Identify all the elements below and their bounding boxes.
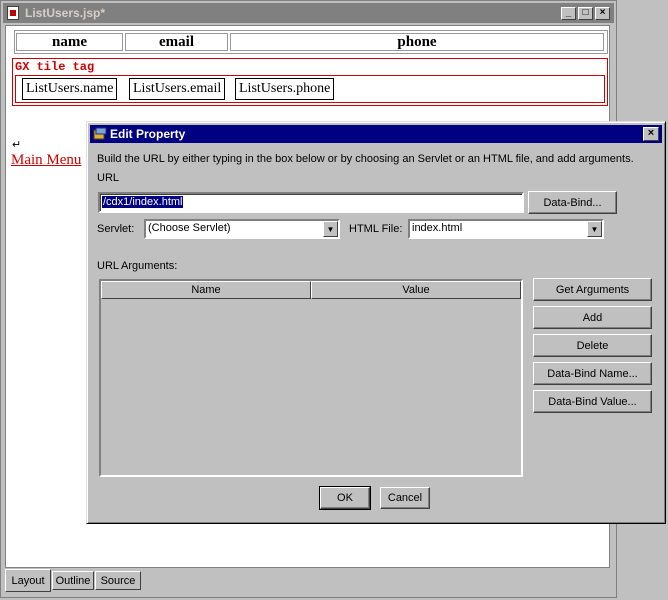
tab-source[interactable]: Source — [95, 571, 141, 590]
main-menu-link[interactable]: Main Menu — [11, 152, 81, 169]
chevron-down-icon[interactable]: ▼ — [323, 221, 338, 237]
tile-cell-phone[interactable]: ListUsers.phone — [235, 78, 335, 100]
html-file-label: HTML File: — [349, 223, 403, 235]
url-value: /cdx1/index.html — [102, 196, 184, 208]
chevron-down-icon[interactable]: ▼ — [587, 221, 602, 237]
header-cell-email[interactable]: email — [125, 33, 228, 51]
header-row: name email phone — [14, 30, 608, 54]
instructions-text: Build the URL by either typing in the bo… — [97, 153, 634, 165]
servlet-select[interactable]: (Choose Servlet) ▼ — [144, 219, 340, 239]
tab-outline[interactable]: Outline — [52, 571, 94, 590]
add-button[interactable]: Add — [533, 306, 652, 329]
close-button[interactable]: × — [595, 7, 610, 20]
tile-cell-name[interactable]: ListUsers.name — [22, 78, 118, 100]
tile-row: ListUsers.name ListUsers.email ListUsers… — [15, 75, 605, 103]
edit-property-dialog: Edit Property × Build the URL by either … — [86, 121, 666, 524]
column-header-value[interactable]: Value — [311, 281, 521, 299]
maximize-button[interactable]: □ — [578, 7, 593, 20]
url-label: URL — [97, 172, 120, 184]
dialog-title: Edit Property — [110, 127, 186, 141]
data-bind-name-button[interactable]: Data-Bind Name... — [533, 362, 652, 385]
editor-title-bar[interactable]: ListUsers.jsp* _ □ × — [3, 3, 614, 23]
ok-button[interactable]: OK — [319, 486, 371, 510]
cancel-button[interactable]: Cancel — [380, 487, 430, 509]
delete-button[interactable]: Delete — [533, 334, 652, 357]
gx-tile-tag[interactable]: GX tile tag ListUsers.name ListUsers.ema… — [12, 58, 608, 106]
servlet-select-value: (Choose Servlet) — [148, 222, 231, 234]
gx-tile-tag-label: GX tile tag — [15, 60, 95, 74]
jsp-file-icon — [7, 6, 19, 20]
header-cell-phone[interactable]: phone — [230, 33, 604, 51]
return-icon: ↵ — [12, 139, 22, 151]
minimize-button[interactable]: _ — [561, 7, 576, 20]
dialog-title-bar[interactable]: Edit Property × — [90, 125, 662, 143]
app-icon — [93, 127, 107, 140]
url-input[interactable]: /cdx1/index.html — [98, 192, 524, 213]
data-bind-value-button[interactable]: Data-Bind Value... — [533, 390, 652, 413]
editor-title: ListUsers.jsp* — [25, 6, 106, 20]
tab-layout[interactable]: Layout — [5, 569, 51, 592]
servlet-label: Servlet: — [97, 223, 135, 235]
html-file-select[interactable]: index.html ▼ — [408, 219, 604, 239]
html-file-select-value: index.html — [412, 222, 463, 234]
data-bind-button[interactable]: Data-Bind... — [528, 191, 617, 214]
get-arguments-button[interactable]: Get Arguments — [533, 278, 652, 301]
column-header-name[interactable]: Name — [101, 281, 311, 299]
tile-cell-email[interactable]: ListUsers.email — [129, 78, 226, 100]
header-cell-name[interactable]: name — [16, 33, 123, 51]
url-arguments-label: URL Arguments: — [97, 260, 178, 272]
url-arguments-table[interactable]: Name Value — [99, 279, 523, 477]
dialog-close-button[interactable]: × — [643, 127, 659, 141]
